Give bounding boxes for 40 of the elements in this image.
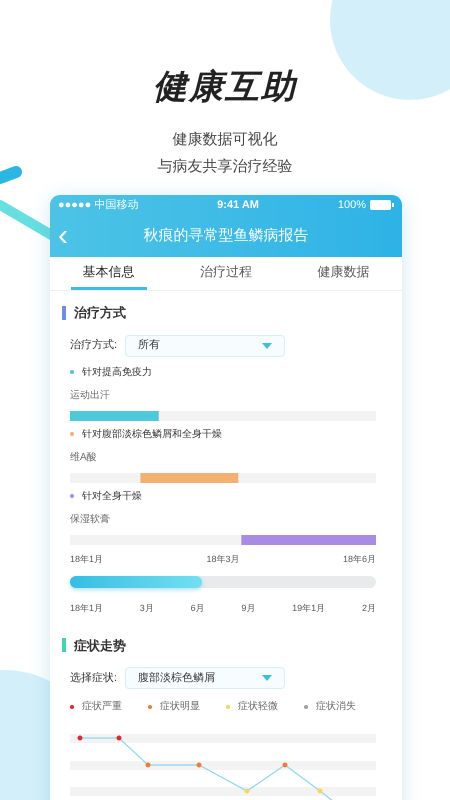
battery-icon [370,200,394,210]
filter-label: 治疗方式: [70,338,118,354]
treatment-target: 针对全身干燥 [82,490,142,504]
page-title: 秋痕的寻常型鱼鳞病报告 [144,226,308,246]
tab[interactable]: 治疗过程 [188,257,264,290]
axis-label: 18年3月 [206,552,240,566]
treatment-method: 维A酸 [70,450,98,464]
legend-label: 症状消失 [316,700,356,714]
range-slider-thumb[interactable] [70,576,202,588]
axis-label: 18年1月 [70,602,104,615]
axis-label: 2月 [362,602,376,615]
clock-text: 9:41 AM [217,198,259,213]
axis-label: 6月 [190,602,205,615]
battery-text: 100% [338,198,366,213]
caret-icon [262,342,272,348]
treatment-method: 保湿软膏 [70,512,111,526]
hero-title: 健康互助 [153,67,297,108]
tab[interactable]: 健康数据 [305,257,382,290]
filter-dropdown[interactable]: 腹部淡棕色鳞屑 [125,667,286,689]
filter-dropdown[interactable]: 所有 [125,334,286,356]
range-slider-track[interactable] [70,576,376,588]
axis-label: 18年6月 [342,552,376,566]
legend-label: 症状轻微 [238,700,278,714]
legend-label: 症状严重 [82,700,122,714]
hero-subtitle: 健康数据可视化 [172,130,278,150]
treatment-target: 针对腹部淡棕色鳞屑和全身干燥 [82,428,222,442]
tab[interactable]: 基本信息 [70,257,147,290]
hero-subtitle: 与病友共享治疗经验 [158,156,292,176]
caret-icon [262,675,272,681]
axis-label: 18年1月 [70,552,104,566]
section-heading: 症状走势 [74,636,126,654]
axis-label: 3月 [140,602,154,615]
section-heading: 治疗方式 [74,304,126,322]
axis-label: 19年1月 [292,602,326,615]
carrier-text: ●●●●● 中国移动 [58,198,138,213]
treatment-target: 针对提高免疫力 [82,366,152,380]
legend-label: 症状明显 [160,700,200,714]
axis-label: 9月 [241,602,256,615]
filter-label: 选择症状: [70,670,118,686]
treatment-method: 运动出汗 [70,388,111,402]
